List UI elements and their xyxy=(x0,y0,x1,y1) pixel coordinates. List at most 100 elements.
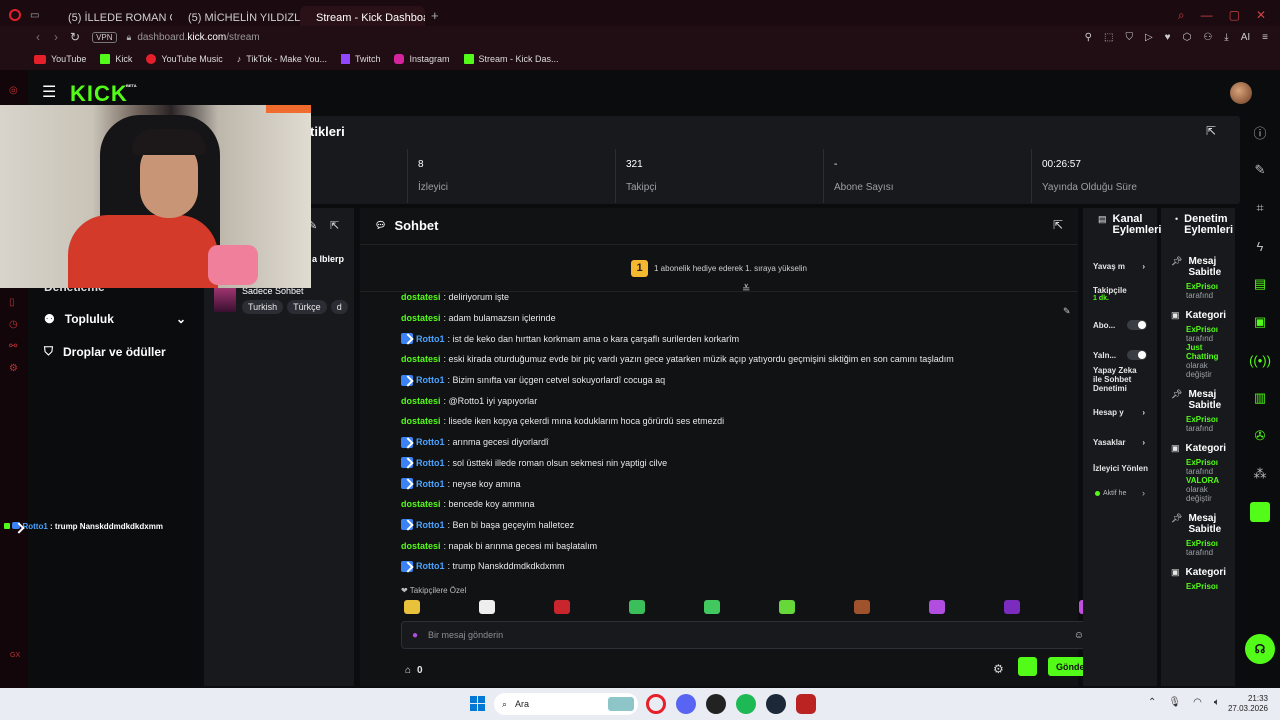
vpn-badge[interactable]: VPN xyxy=(92,31,117,43)
chat-username[interactable]: Rotto1 xyxy=(416,561,445,571)
slow-mode-action[interactable]: Yavaş m › xyxy=(1093,262,1145,271)
mod-log-user[interactable]: ExPrisoı xyxy=(1186,458,1235,467)
toggle-switch[interactable] xyxy=(1127,350,1147,360)
chat-username[interactable]: Rotto1 xyxy=(416,375,445,385)
bookmark-icon[interactable]: ▯ xyxy=(9,292,18,314)
chat-username[interactable]: Rotto1 xyxy=(416,520,445,530)
chat-popout-icon[interactable]: ⇱ xyxy=(1053,218,1063,232)
edit-stream-icon[interactable]: ✎ xyxy=(1244,154,1276,186)
emote[interactable] xyxy=(404,600,420,614)
snapshot-icon[interactable]: ⬚ xyxy=(1104,32,1113,43)
mod-log-user[interactable]: ExPrisoı xyxy=(1186,415,1235,424)
wrench-icon[interactable]: ✇ xyxy=(1244,420,1276,452)
github-app-icon[interactable] xyxy=(706,694,726,714)
kick-logo[interactable]: KICK xyxy=(70,81,128,107)
account-age-action[interactable]: Hesap y › xyxy=(1093,408,1145,417)
layout-icon[interactable]: ▥ xyxy=(1244,382,1276,414)
viewer-redirect-action[interactable]: İzleyici Yönlen xyxy=(1093,464,1148,473)
close-icon[interactable]: ✕ xyxy=(1256,8,1266,23)
search-tabs-icon[interactable]: ⌕ xyxy=(1178,8,1185,23)
share-icon[interactable]: ⚯ xyxy=(9,336,18,358)
bolt-icon[interactable]: ϟ xyxy=(1244,230,1276,262)
pin-chat-icon[interactable]: ✎ xyxy=(1063,306,1071,317)
message-input[interactable]: ● Bir mesaj gönderin ☺ xyxy=(401,621,1095,649)
bans-action[interactable]: Yasaklar › xyxy=(1093,438,1145,447)
gift-leaderboard-banner[interactable]: 1 1 abonelik hediye ederek 1. sıraya yük… xyxy=(360,244,1078,292)
emote[interactable] xyxy=(1004,600,1020,614)
emote[interactable] xyxy=(629,600,645,614)
taskbar-search[interactable]: ⌕ Ara xyxy=(494,693,638,715)
emote-only-toggle[interactable]: Yaln... xyxy=(1093,350,1147,360)
aria-icon[interactable]: ◎ xyxy=(9,80,18,102)
history-icon[interactable]: ◷ xyxy=(9,314,18,336)
maximize-icon[interactable]: ▢ xyxy=(1229,8,1240,23)
menu-icon[interactable]: ≡ xyxy=(1262,32,1268,43)
popout-icon[interactable]: ⇱ xyxy=(1206,124,1216,138)
mod-log-user[interactable]: ExPrisoı xyxy=(1186,282,1235,291)
emote[interactable] xyxy=(779,600,795,614)
opera-gx-app-icon[interactable] xyxy=(796,694,816,714)
ai-button[interactable]: AI xyxy=(1241,32,1250,43)
chat-username[interactable]: dostatesi xyxy=(401,354,441,364)
heart-icon[interactable]: ♥ xyxy=(1165,32,1171,43)
user-avatar[interactable] xyxy=(1230,82,1252,104)
broadcast-icon[interactable]: ((•)) xyxy=(1244,344,1276,376)
chat-message[interactable]: dostatesi: deliriyorum işte xyxy=(401,287,1061,308)
chat-message[interactable]: Rotto1: trump Nanskddmdkdkdxmm xyxy=(401,556,1061,577)
mod-log-user[interactable]: ExPrisoı xyxy=(1186,582,1235,591)
chat-username[interactable]: dostatesi xyxy=(401,292,441,302)
emote[interactable] xyxy=(554,600,570,614)
volume-icon[interactable]: 🔈︎ xyxy=(1214,697,1220,708)
pin-icon[interactable]: ⚲ xyxy=(1085,32,1092,43)
chat-message[interactable]: Rotto1: arınma gecesi diyorlardî xyxy=(401,432,1061,453)
download-icon[interactable]: ⤓ xyxy=(1224,32,1228,43)
chat-username[interactable]: Rotto1 xyxy=(416,479,445,489)
profile-icon[interactable]: ⚇ xyxy=(1203,32,1212,43)
chat-message[interactable]: dostatesi: eski kirada oturduğumuz evde … xyxy=(401,349,1061,370)
play-icon[interactable]: ▷ xyxy=(1145,32,1153,43)
gx-icon[interactable]: GX xyxy=(10,652,20,659)
clip-icon[interactable]: ⌗ xyxy=(1244,192,1276,224)
emote[interactable] xyxy=(704,600,720,614)
sidebar-item-community[interactable]: ⚉ Topluluk ⌄ xyxy=(44,312,186,326)
chat-message[interactable]: Rotto1: neyse koy amına xyxy=(401,473,1061,494)
chat-username[interactable]: Rotto1 xyxy=(416,334,445,344)
opera-logo-icon[interactable] xyxy=(0,9,30,21)
settings-icon[interactable]: ⚙ xyxy=(9,358,18,380)
sidebar-item-drops[interactable]: ⛉ Droplar ve ödüller xyxy=(44,344,166,359)
chat-username[interactable]: dostatesi xyxy=(401,541,441,551)
windows-start-icon[interactable] xyxy=(470,696,485,711)
emote[interactable] xyxy=(479,600,495,614)
chat-settings-icon[interactable]: ⚙ xyxy=(993,662,1004,676)
chat-username[interactable]: dostatesi xyxy=(401,396,441,406)
extensions-icon[interactable]: ⬡ xyxy=(1183,32,1192,43)
bookmark-youtube-music[interactable]: YouTube Music xyxy=(146,54,223,64)
wifi-icon[interactable]: ◠ xyxy=(1193,697,1202,708)
notes-icon[interactable]: ▤ xyxy=(1244,268,1276,300)
followers-only-action[interactable]: Takipçile 1 dk. xyxy=(1093,286,1145,302)
opera-app-icon[interactable] xyxy=(646,694,666,714)
forward-icon[interactable]: › xyxy=(54,30,58,44)
tab-island-icon[interactable]: ▭ xyxy=(30,10,52,21)
toggle-switch[interactable] xyxy=(1127,320,1147,330)
tag[interactable]: Türkçe xyxy=(287,300,327,314)
tag[interactable]: Turkish xyxy=(242,300,284,314)
new-tab-icon[interactable]: + xyxy=(431,8,439,23)
minimize-icon[interactable]: — xyxy=(1201,8,1213,23)
chat-message[interactable]: Rotto1: Ben bi başa geçeyim halletcez xyxy=(401,515,1061,536)
shield-icon[interactable]: ⛉ xyxy=(1125,32,1133,43)
tray-chevron-icon[interactable]: ⌃ xyxy=(1148,697,1156,708)
chat-icon[interactable]: ▣ xyxy=(1244,306,1276,338)
url-field[interactable]: dashboard.kick.com/stream xyxy=(137,32,259,43)
chat-username[interactable]: dostatesi xyxy=(401,416,441,426)
mic-tray-icon[interactable]: 🎙︎ xyxy=(1168,697,1181,708)
chat-username[interactable]: dostatesi xyxy=(401,499,441,509)
reload-icon[interactable]: ↻ xyxy=(70,30,80,44)
share-nodes-icon[interactable]: ⁂ xyxy=(1244,458,1276,490)
tag[interactable]: d xyxy=(330,300,348,314)
taskbar-clock[interactable]: 21:33 27.03.2026 xyxy=(1224,694,1268,714)
chat-message[interactable]: dostatesi: @Rotto1 iyi yapıyorlar xyxy=(401,390,1061,411)
mod-log-user[interactable]: ExPrisoı xyxy=(1186,325,1235,334)
active-host-action[interactable]: Aktif he › xyxy=(1095,488,1145,498)
chat-message[interactable]: Rotto1: sol üstteki illede roman olsun s… xyxy=(401,453,1061,474)
